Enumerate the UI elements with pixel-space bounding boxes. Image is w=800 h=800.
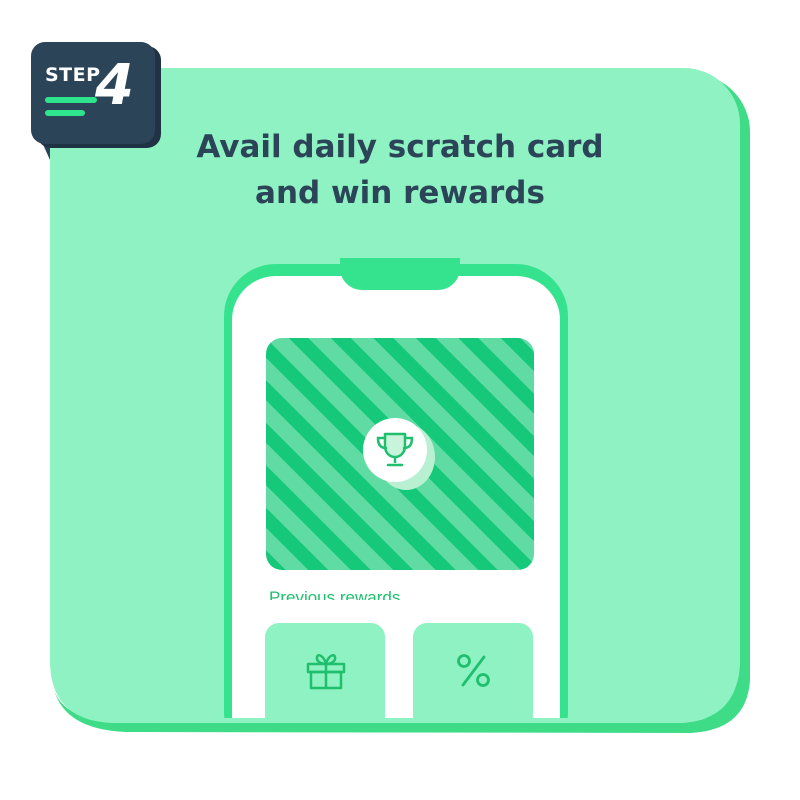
badge-decor-line	[45, 97, 97, 103]
step-label: STEP	[45, 64, 101, 86]
step-badge: STEP 4	[31, 42, 155, 144]
badge-decor-line	[45, 110, 85, 116]
step-number: 4	[95, 53, 134, 118]
phone-notch	[340, 258, 460, 290]
title-line-1: Avail daily scratch card	[196, 129, 604, 165]
step-title: Avail daily scratch card and win rewards	[150, 124, 650, 216]
title-line-2: and win rewards	[255, 175, 545, 211]
trophy-button[interactable]	[363, 418, 427, 482]
gift-icon	[306, 654, 346, 690]
percent-icon	[457, 654, 490, 687]
trophy-icon	[376, 432, 414, 467]
phone-bottom-clip	[224, 600, 568, 718]
